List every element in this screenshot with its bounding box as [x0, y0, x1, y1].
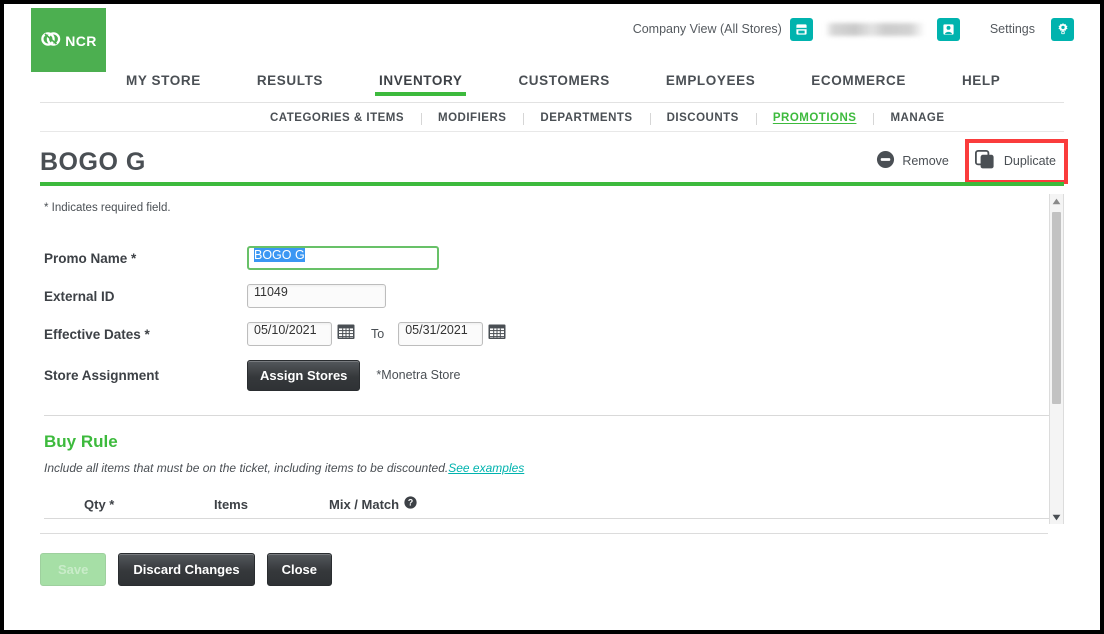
- buy-rule-title: Buy Rule: [44, 432, 118, 451]
- svg-text:?: ?: [408, 498, 413, 508]
- subnav-discounts[interactable]: DISCOUNTS: [649, 112, 756, 125]
- nav-my-store[interactable]: MY STORE: [126, 72, 201, 96]
- buy-rule-description: Include all items that must be on the ti…: [40, 452, 1064, 475]
- help-icon[interactable]: ?: [404, 496, 417, 512]
- scrollbar-thumb[interactable]: [1052, 212, 1061, 404]
- effective-start-date-value: 05/10/2021: [254, 323, 317, 337]
- title-action-group: Remove Duplicate: [869, 138, 1069, 184]
- nav-inventory[interactable]: INVENTORY: [375, 72, 467, 96]
- user-name-redacted: [824, 22, 925, 36]
- remove-label: Remove: [902, 154, 949, 168]
- effective-start-date-input[interactable]: 05/10/2021: [247, 322, 332, 346]
- calendar-icon[interactable]: [488, 323, 506, 345]
- see-examples-link[interactable]: See examples: [448, 461, 524, 475]
- form-scrollbar[interactable]: [1049, 194, 1064, 524]
- duplicate-label: Duplicate: [1003, 154, 1056, 168]
- external-id-label: External ID: [44, 288, 115, 304]
- duplicate-button[interactable]: Duplicate: [964, 138, 1069, 184]
- user-icon[interactable]: [936, 17, 960, 41]
- save-button[interactable]: Save: [40, 553, 107, 586]
- nav-customers[interactable]: CUSTOMERS: [518, 72, 609, 96]
- duplicate-icon: [974, 149, 997, 173]
- column-header-items: Items: [214, 496, 248, 512]
- ncr-mark-icon: [40, 30, 62, 53]
- form-rows: Promo Name * BOGO G External ID 11049 Ef…: [40, 214, 1064, 397]
- minus-circle-icon: [876, 150, 895, 172]
- primary-navigation: MY STORE RESULTS INVENTORY CUSTOMERS EMP…: [4, 72, 1100, 103]
- header-right-cluster: Company View (All Stores) Settings: [633, 15, 1082, 43]
- column-header-mix-match: Mix / Match ?: [329, 496, 417, 512]
- app-header: NCR Company View (All Stores) Settings: [4, 4, 1100, 74]
- store-assignment-note: *Monetra Store: [376, 368, 461, 382]
- buy-rule-table-header: Qty * Items Mix / Match ?: [44, 475, 1060, 519]
- remove-button[interactable]: Remove: [869, 145, 956, 177]
- subnav-modifiers[interactable]: MODIFIERS: [421, 112, 523, 125]
- column-header-mix-match-label: Mix / Match: [329, 496, 400, 512]
- gear-icon[interactable]: [1051, 17, 1074, 41]
- required-field-note: * Indicates required field.: [44, 202, 171, 214]
- column-header-qty: Qty *: [84, 496, 115, 512]
- external-id-value: 11049: [254, 285, 288, 299]
- nav-results[interactable]: RESULTS: [257, 72, 323, 96]
- secondary-navigation: CATEGORIES & ITEMS MODIFIERS DEPARTMENTS…: [4, 103, 1100, 132]
- effective-end-date-value: 05/31/2021: [405, 323, 468, 337]
- effective-dates-label: Effective Dates *: [44, 326, 150, 342]
- form-pane-bottom-rule: [40, 533, 1048, 534]
- assign-stores-button[interactable]: Assign Stores: [247, 359, 361, 391]
- buy-rule-description-text: Include all items that must be on the ti…: [44, 461, 449, 475]
- form-row-effective-dates: Effective Dates * 05/10/2021 To 05/31/20…: [40, 315, 1064, 353]
- nav-employees[interactable]: EMPLOYEES: [666, 72, 755, 96]
- subnav-manage[interactable]: MANAGE: [873, 112, 961, 125]
- subnav-promotions[interactable]: PROMOTIONS: [755, 112, 874, 125]
- ncr-logo-text: NCR: [65, 33, 97, 49]
- store-assignment-label: Store Assignment: [44, 367, 160, 383]
- calendar-icon[interactable]: [337, 323, 355, 345]
- date-range-to-label: To: [371, 327, 385, 341]
- promo-name-label: Promo Name *: [44, 250, 137, 266]
- subnav-categories-items[interactable]: CATEGORIES & ITEMS: [270, 112, 421, 124]
- store-icon[interactable]: [789, 17, 813, 41]
- company-view-label: Company View (All Stores): [632, 22, 782, 36]
- form-row-store-assignment: Store Assignment Assign Stores *Monetra …: [40, 353, 1064, 397]
- scrollbar-up-arrow-icon[interactable]: [1050, 194, 1063, 208]
- subnav-departments[interactable]: DEPARTMENTS: [523, 112, 649, 125]
- form-row-external-id: External ID 11049: [40, 277, 1064, 315]
- promo-name-input[interactable]: BOGO G: [247, 246, 439, 270]
- page-titlebar: BOGO G Remove Duplicate: [4, 132, 1100, 186]
- nav-help[interactable]: HELP: [962, 72, 1000, 96]
- discard-changes-button[interactable]: Discard Changes: [118, 553, 255, 586]
- form-row-promo-name: Promo Name * BOGO G: [40, 239, 1064, 277]
- settings-label[interactable]: Settings: [990, 22, 1035, 36]
- close-button[interactable]: Close: [266, 553, 332, 586]
- promotion-form-pane: * Indicates required field. Promo Name *…: [40, 186, 1064, 534]
- scrollbar-down-arrow-icon[interactable]: [1050, 510, 1063, 524]
- form-footer: Save Discard Changes Close: [4, 534, 1100, 586]
- nav-ecommerce[interactable]: ECOMMERCE: [811, 72, 906, 96]
- promo-name-value: BOGO G: [254, 248, 305, 262]
- app-window: NCR Company View (All Stores) Settings M…: [4, 4, 1100, 630]
- ncr-logo[interactable]: NCR: [31, 8, 106, 74]
- page-title: BOGO G: [40, 147, 146, 176]
- external-id-input[interactable]: 11049: [247, 284, 386, 308]
- effective-end-date-input[interactable]: 05/31/2021: [398, 322, 484, 346]
